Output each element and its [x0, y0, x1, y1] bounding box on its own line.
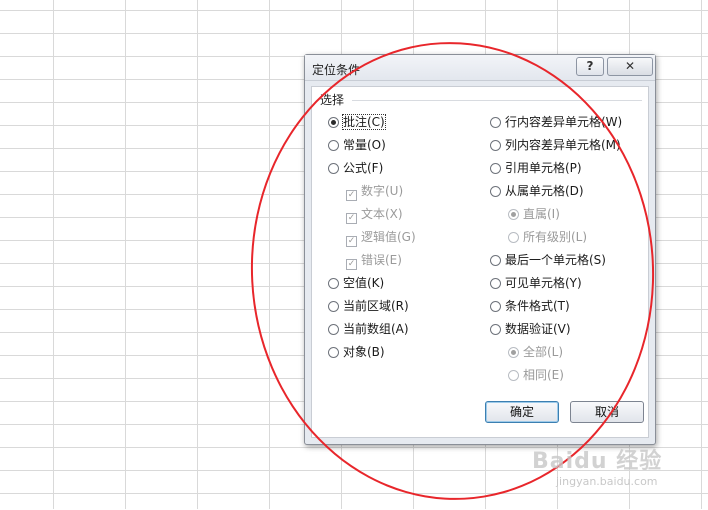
option-objects[interactable]: 对象(B)	[328, 343, 385, 361]
checkbox-icon[interactable]: ✓	[346, 236, 357, 247]
option-label: 可见单元格(Y)	[505, 276, 582, 290]
option-label: 当前数组(A)	[343, 322, 409, 336]
option-constants[interactable]: 常量(O)	[328, 136, 386, 154]
option-label: 行内容差异单元格(W)	[505, 115, 623, 129]
radio-icon[interactable]	[490, 324, 501, 335]
option-all-levels[interactable]: 所有级别(L)	[508, 228, 587, 246]
option-current-region[interactable]: 当前区域(R)	[328, 297, 409, 315]
watermark-url: jingyan.baidu.com	[556, 475, 658, 488]
radio-icon[interactable]	[490, 278, 501, 289]
option-data-validation[interactable]: 数据验证(V)	[490, 320, 571, 338]
dialog-title: 定位条件	[312, 63, 361, 77]
option-label: 所有级别(L)	[523, 230, 588, 244]
radio-icon[interactable]	[490, 301, 501, 312]
option-conditional-formats[interactable]: 条件格式(T)	[490, 297, 570, 315]
option-row-differences[interactable]: 行内容差异单元格(W)	[490, 113, 622, 131]
radio-icon[interactable]	[328, 278, 339, 289]
close-button[interactable]: ✕	[607, 57, 653, 76]
option-column-differences[interactable]: 列内容差异单元格(M)	[490, 136, 621, 154]
group-label: 选择	[320, 93, 345, 107]
radio-icon[interactable]	[328, 347, 339, 358]
option-label: 全部(L)	[523, 345, 564, 359]
option-label: 公式(F)	[343, 161, 384, 175]
checkbox-icon[interactable]: ✓	[346, 190, 357, 201]
cancel-button[interactable]: 取消	[570, 401, 644, 423]
option-label: 条件格式(T)	[505, 299, 570, 313]
radio-icon[interactable]	[490, 163, 501, 174]
option-label: 文本(X)	[361, 207, 403, 221]
radio-icon[interactable]	[508, 232, 519, 243]
go-to-special-dialog: 定位条件 ? ✕ 选择 批注(C) 常量(O) 公式(F) ✓ 数字(U) ✓ 文本…	[304, 54, 656, 445]
option-label: 列内容差异单元格(M)	[505, 138, 621, 152]
group-divider	[352, 100, 642, 101]
option-validation-all[interactable]: 全部(L)	[508, 343, 563, 361]
option-label: 相同(E)	[523, 368, 564, 382]
option-label: 逻辑值(G)	[361, 230, 416, 244]
option-visible-cells[interactable]: 可见单元格(Y)	[490, 274, 582, 292]
radio-icon[interactable]	[328, 140, 339, 151]
option-label: 直属(I)	[523, 207, 560, 221]
checkbox-icon[interactable]: ✓	[346, 213, 357, 224]
checkbox-text[interactable]: ✓ 文本(X)	[346, 205, 403, 224]
checkbox-errors[interactable]: ✓ 错误(E)	[346, 251, 402, 270]
option-label: 批注(C)	[342, 114, 386, 130]
radio-icon[interactable]	[490, 140, 501, 151]
help-button[interactable]: ?	[576, 57, 604, 76]
option-label: 数据验证(V)	[505, 322, 571, 336]
option-dependents[interactable]: 从属单元格(D)	[490, 182, 584, 200]
option-direct-only[interactable]: 直属(I)	[508, 205, 560, 223]
option-formulas[interactable]: 公式(F)	[328, 159, 383, 177]
option-label: 从属单元格(D)	[505, 184, 584, 198]
radio-icon[interactable]	[328, 324, 339, 335]
watermark-logo: Baidu 经验	[532, 449, 663, 474]
option-label: 当前区域(R)	[343, 299, 409, 313]
option-validation-same[interactable]: 相同(E)	[508, 366, 564, 384]
checkbox-icon[interactable]: ✓	[346, 259, 357, 270]
option-label: 空值(K)	[343, 276, 385, 290]
radio-icon[interactable]	[328, 163, 339, 174]
option-blanks[interactable]: 空值(K)	[328, 274, 384, 292]
option-label: 引用单元格(P)	[505, 161, 582, 175]
option-comments[interactable]: 批注(C)	[328, 113, 386, 131]
dialog-titlebar[interactable]: 定位条件 ? ✕	[305, 55, 655, 81]
checkbox-logicals[interactable]: ✓ 逻辑值(G)	[346, 228, 416, 247]
option-precedents[interactable]: 引用单元格(P)	[490, 159, 582, 177]
radio-icon[interactable]	[490, 117, 501, 128]
close-icon: ✕	[624, 59, 636, 73]
ok-button[interactable]: 确定	[485, 401, 559, 423]
option-label: 错误(E)	[361, 253, 402, 267]
checkbox-numbers[interactable]: ✓ 数字(U)	[346, 182, 404, 201]
option-label: 数字(U)	[361, 184, 404, 198]
radio-icon[interactable]	[508, 370, 519, 381]
selection-group: 选择 批注(C) 常量(O) 公式(F) ✓ 数字(U) ✓ 文本(X) ✓ 逻辑值(…	[311, 86, 649, 438]
radio-icon[interactable]	[490, 255, 501, 266]
option-label: 对象(B)	[343, 345, 385, 359]
radio-icon[interactable]	[490, 186, 501, 197]
radio-icon[interactable]	[508, 209, 519, 220]
option-last-cell[interactable]: 最后一个单元格(S)	[490, 251, 606, 269]
option-label: 常量(O)	[343, 138, 386, 152]
radio-icon[interactable]	[328, 301, 339, 312]
radio-icon[interactable]	[328, 117, 339, 128]
option-label: 最后一个单元格(S)	[505, 253, 606, 267]
option-current-array[interactable]: 当前数组(A)	[328, 320, 409, 338]
radio-icon[interactable]	[508, 347, 519, 358]
